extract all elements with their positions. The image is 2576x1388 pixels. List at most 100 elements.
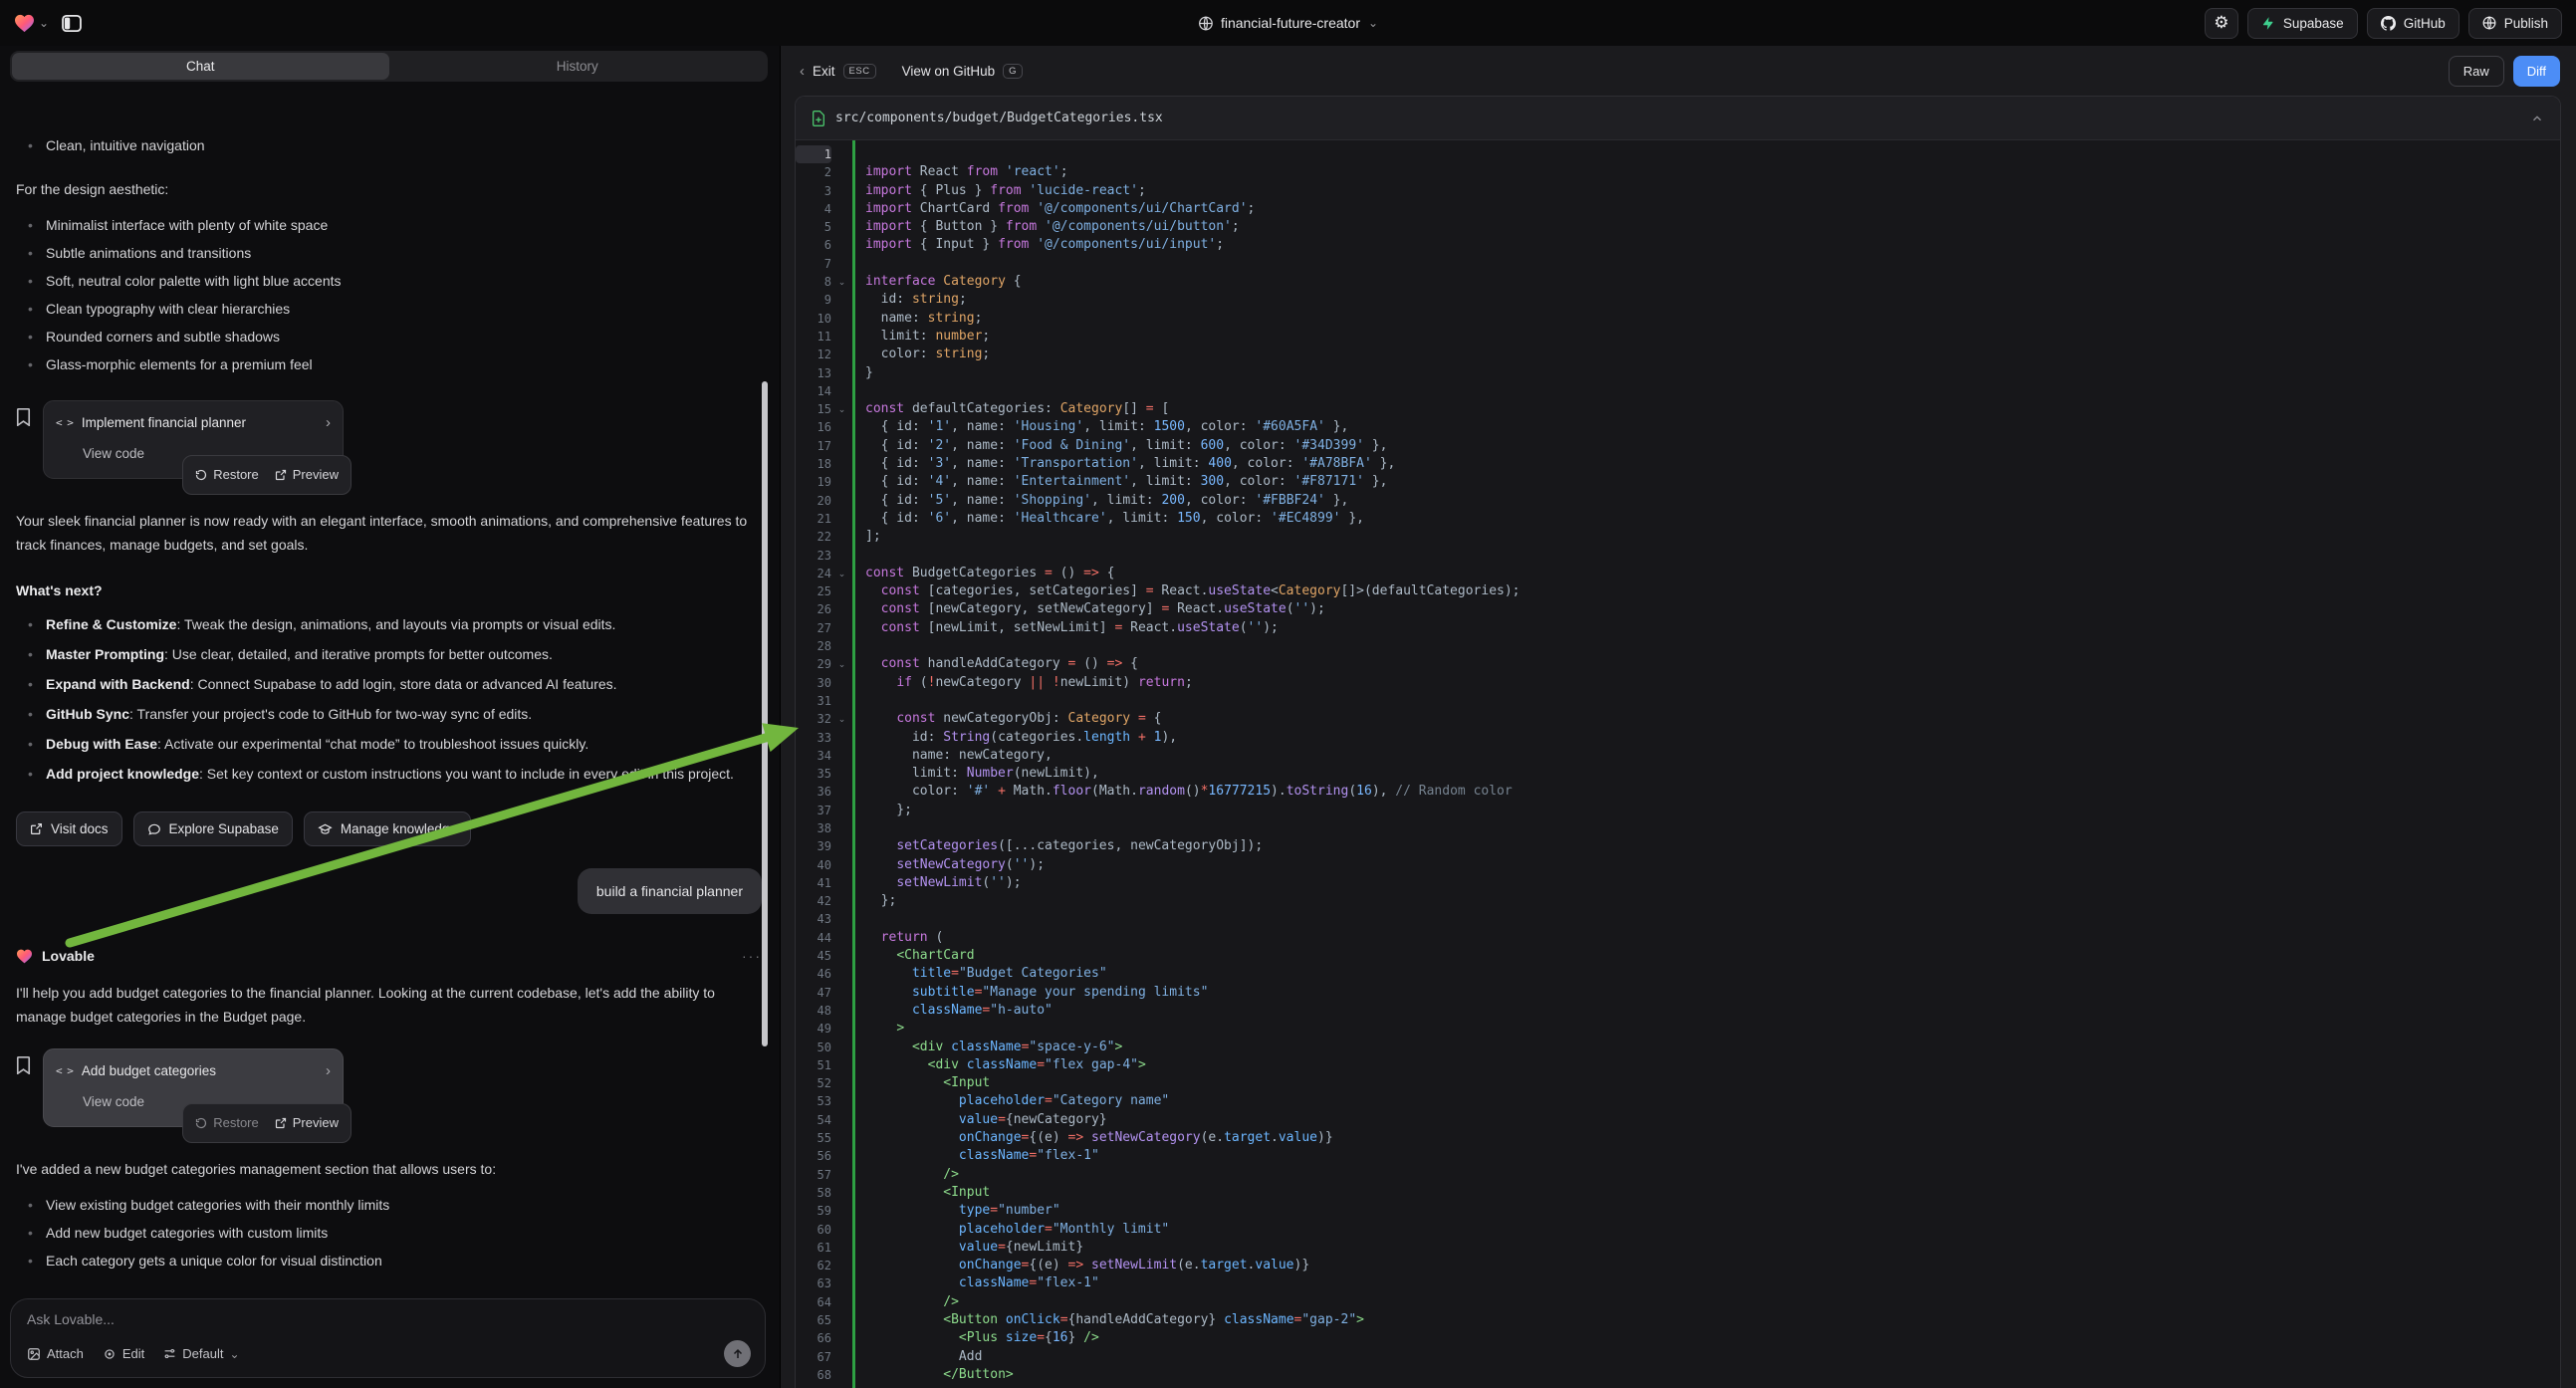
fold-chevron-icon[interactable]: ⌄ xyxy=(831,400,852,418)
line-number: 48 xyxy=(796,1002,831,1020)
preview-button[interactable]: Preview xyxy=(275,1111,339,1135)
fold-gutter xyxy=(831,492,852,510)
diff-toggle-button[interactable]: Diff xyxy=(2513,56,2560,87)
quick-actions: Visit docs Explore Supabase Manage knowl… xyxy=(16,811,762,846)
globe-icon xyxy=(1198,16,1213,31)
project-name: financial-future-creator xyxy=(1221,15,1360,31)
code-text: <ChartCard xyxy=(852,947,975,965)
restore-button[interactable]: Restore xyxy=(195,463,259,487)
line-number: 40 xyxy=(796,856,831,874)
raw-toggle-button[interactable]: Raw xyxy=(2449,56,2504,87)
code-line: 37 }; xyxy=(796,802,2560,819)
assistant-header: Lovable ··· xyxy=(16,944,762,968)
tab-chat[interactable]: Chat xyxy=(12,53,389,80)
fold-chevron-icon[interactable]: ⌄ xyxy=(831,655,852,673)
line-number: 17 xyxy=(796,437,831,455)
edit-button[interactable]: Edit xyxy=(103,1346,144,1361)
fold-chevron-icon[interactable]: ⌄ xyxy=(831,565,852,582)
line-number: 59 xyxy=(796,1202,831,1220)
code-line: 47 subtitle="Manage your spending limits… xyxy=(796,984,2560,1002)
code-area[interactable]: 12import React from 'react';3import { Pl… xyxy=(796,140,2560,1388)
composer: Attach Edit Default ⌄ xyxy=(10,1298,766,1378)
fold-gutter xyxy=(831,182,852,200)
code-text: { id: '1', name: 'Housing', limit: 1500,… xyxy=(852,418,1348,436)
graduation-cap-icon xyxy=(318,822,333,836)
line-number: 57 xyxy=(796,1166,831,1184)
publish-button[interactable]: Publish xyxy=(2468,8,2562,39)
send-button[interactable] xyxy=(724,1340,751,1367)
code-line: 58 <Input xyxy=(796,1184,2560,1202)
code-text: if (!newCategory || !newLimit) return; xyxy=(852,674,1193,692)
external-link-icon xyxy=(30,822,43,835)
code-line: 63 className="flex-1" xyxy=(796,1274,2560,1292)
supabase-button[interactable]: Supabase xyxy=(2247,8,2358,39)
collapse-chevron-up-icon[interactable] xyxy=(2530,112,2544,125)
github-button[interactable]: GitHub xyxy=(2367,8,2459,39)
fold-gutter xyxy=(831,600,852,618)
lovable-logo-menu[interactable]: ⌄ xyxy=(14,14,49,33)
fold-chevron-icon[interactable]: ⌄ xyxy=(831,710,852,728)
line-number: 4 xyxy=(796,200,831,218)
code-text: { id: '3', name: 'Transportation', limit… xyxy=(852,455,1395,473)
chat-input[interactable] xyxy=(27,1311,751,1327)
chat-messages[interactable]: Clean, intuitive navigation For the desi… xyxy=(0,129,780,1292)
gear-icon: ⚙ xyxy=(2214,13,2228,33)
code-text: limit: Number(newLimit), xyxy=(852,765,1099,783)
version-card-add-budget-categories[interactable]: < > Add budget categories › View code Re… xyxy=(43,1048,344,1127)
toggle-sidebar-button[interactable] xyxy=(57,8,87,38)
code-text: limit: number; xyxy=(852,328,990,346)
code-text: value={newCategory} xyxy=(852,1111,1107,1129)
project-switcher[interactable]: financial-future-creator ⌄ xyxy=(1198,0,1378,46)
diff-added-bar xyxy=(852,140,855,1388)
target-icon xyxy=(103,1347,117,1361)
code-text: type="number" xyxy=(852,1202,1060,1220)
tab-history[interactable]: History xyxy=(389,53,767,80)
chevron-down-icon: ⌄ xyxy=(229,1347,239,1361)
preview-button[interactable]: Preview xyxy=(275,463,339,487)
line-number: 3 xyxy=(796,182,831,200)
view-on-github-button[interactable]: View on GitHub G xyxy=(902,64,1023,79)
fold-gutter xyxy=(831,819,852,837)
chevron-left-icon: ‹ xyxy=(800,63,805,80)
attach-button[interactable]: Attach xyxy=(27,1346,84,1361)
file-header[interactable]: src/components/budget/BudgetCategories.t… xyxy=(796,97,2560,140)
visit-docs-button[interactable]: Visit docs xyxy=(16,811,122,846)
explore-supabase-button[interactable]: Explore Supabase xyxy=(133,811,293,846)
message-menu-button[interactable]: ··· xyxy=(742,944,762,968)
code-line: 2import React from 'react'; xyxy=(796,163,2560,181)
chevron-right-icon[interactable]: › xyxy=(326,411,331,435)
line-number: 20 xyxy=(796,492,831,510)
fold-gutter xyxy=(831,1056,852,1074)
exit-button[interactable]: ‹ Exit ESC xyxy=(800,63,876,80)
settings-button[interactable]: ⚙ xyxy=(2205,8,2238,39)
bookmark-icon[interactable] xyxy=(16,408,31,426)
code-line: 16 { id: '1', name: 'Housing', limit: 15… xyxy=(796,418,2560,436)
code-line: 15⌄const defaultCategories: Category[] =… xyxy=(796,400,2560,418)
github-icon xyxy=(2381,16,2396,31)
chevron-down-icon: ⌄ xyxy=(1368,16,1378,30)
code-line: 50 <div className="space-y-6"> xyxy=(796,1039,2560,1056)
fold-gutter xyxy=(831,874,852,892)
line-number: 1 xyxy=(796,145,831,163)
list-item: Glass-morphic elements for a premium fee… xyxy=(16,352,762,376)
chat-panel: Chat History Clean, intuitive navigation… xyxy=(0,46,780,1388)
assistant-name: Lovable xyxy=(42,944,95,968)
list-item: GitHub Sync: Transfer your project's cod… xyxy=(16,702,761,726)
lovable-heart-icon xyxy=(16,949,33,964)
bookmark-icon[interactable] xyxy=(16,1056,31,1074)
restore-button[interactable]: Restore xyxy=(195,1111,259,1135)
code-line: 48 className="h-auto" xyxy=(796,1002,2560,1020)
mode-select[interactable]: Default ⌄ xyxy=(163,1346,239,1361)
manage-knowledge-button[interactable]: Manage knowledge xyxy=(304,811,471,846)
fold-chevron-icon[interactable]: ⌄ xyxy=(831,273,852,291)
code-text: setCategories([...categories, newCategor… xyxy=(852,837,1263,855)
version-card-implement-financial-planner[interactable]: < > Implement financial planner › View c… xyxy=(43,400,344,479)
editor-header: ‹ Exit ESC View on GitHub G Raw Diff xyxy=(781,46,2576,96)
code-line: 41 setNewLimit(''); xyxy=(796,874,2560,892)
fold-gutter xyxy=(831,291,852,309)
fold-gutter xyxy=(831,619,852,637)
fold-gutter xyxy=(831,455,852,473)
code-line: 32⌄ const newCategoryObj: Category = { xyxy=(796,710,2560,728)
chevron-right-icon[interactable]: › xyxy=(326,1059,331,1083)
chat-scrollbar[interactable] xyxy=(762,381,768,1046)
